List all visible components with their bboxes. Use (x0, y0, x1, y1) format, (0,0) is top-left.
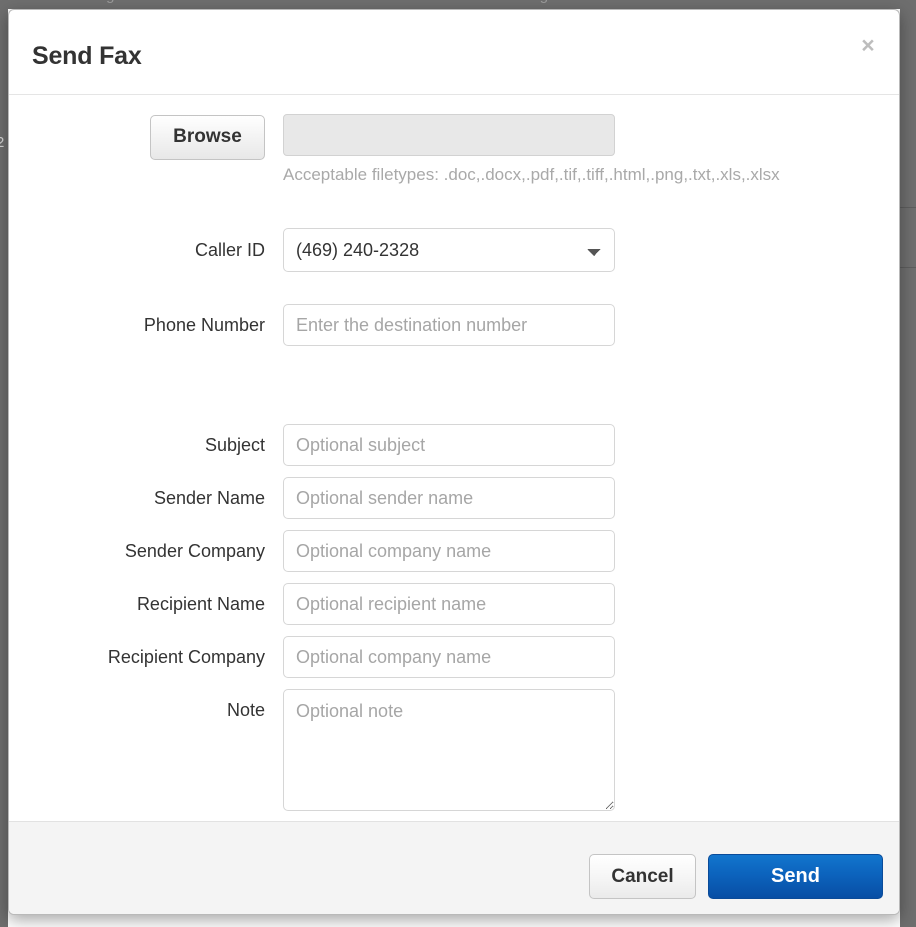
subject-label: Subject (204, 435, 265, 455)
backdrop-right-strip (900, 9, 916, 927)
sender-company-row: Sender Company (9, 530, 899, 572)
subject-input[interactable] (283, 424, 615, 466)
selected-file-display[interactable] (283, 114, 615, 156)
cancel-button[interactable]: Cancel (589, 854, 696, 899)
subject-wrap (283, 424, 615, 466)
subject-row: Subject (9, 424, 899, 466)
nav-item-rules[interactable]: Rules (642, 0, 680, 4)
note-wrap (283, 689, 615, 816)
nav-item-help[interactable]: H (902, 0, 913, 4)
file-field-wrap: Acceptable filetypes: .doc,.docx,.pdf,.t… (283, 114, 780, 185)
send-button[interactable]: Send (708, 854, 883, 899)
phone-number-input[interactable] (283, 304, 615, 346)
nav-item-profiles[interactable]: Profiles (764, 0, 814, 4)
recipient-name-row: Recipient Name (9, 583, 899, 625)
background-navbar: Messages Fax Contacts Answering Rules Pr… (0, 0, 916, 9)
caller-id-row: Caller ID (469) 240-2328 (9, 228, 899, 272)
recipient-company-row: Recipient Company (9, 636, 899, 678)
backdrop-left-glyph: 2 (0, 134, 5, 151)
browse-button-cell: Browse (9, 114, 283, 160)
acceptable-filetypes-hint: Acceptable filetypes: .doc,.docx,.pdf,.t… (283, 165, 780, 184)
modal-body: Browse Acceptable filetypes: .doc,.docx,… (9, 95, 899, 821)
sender-company-input[interactable] (283, 530, 615, 572)
nav-item-contacts[interactable]: Contacts (348, 0, 407, 4)
modal-footer: Cancel Send (9, 821, 899, 914)
recipient-name-label: Recipient Name (136, 594, 265, 614)
recipient-company-label: Recipient Company (107, 647, 265, 667)
phone-number-label: Phone Number (143, 315, 265, 335)
nav-item-answering[interactable]: Answering (478, 0, 548, 4)
nav-item-messages[interactable]: Messages (62, 0, 130, 4)
caller-id-wrap: (469) 240-2328 (283, 228, 615, 272)
browse-button[interactable]: Browse (150, 114, 265, 160)
nav-item-fax[interactable]: Fax (228, 0, 253, 4)
recipient-company-wrap (283, 636, 615, 678)
file-upload-row: Browse Acceptable filetypes: .doc,.docx,… (9, 114, 899, 185)
sender-name-label: Sender Name (153, 488, 265, 508)
sender-name-row: Sender Name (9, 477, 899, 519)
note-label: Note (226, 700, 265, 720)
backdrop-divider (900, 267, 916, 268)
sender-name-input[interactable] (283, 477, 615, 519)
send-fax-modal: Send Fax × Browse Acceptable filetypes: … (8, 9, 900, 915)
recipient-name-wrap (283, 583, 615, 625)
note-textarea[interactable] (283, 689, 615, 811)
recipient-name-input[interactable] (283, 583, 615, 625)
sender-company-wrap (283, 530, 615, 572)
phone-number-wrap (283, 304, 615, 346)
recipient-company-input[interactable] (283, 636, 615, 678)
modal-header: Send Fax × (9, 10, 899, 95)
sender-name-wrap (283, 477, 615, 519)
caller-id-label: Caller ID (194, 240, 265, 260)
page-title: Send Fax (32, 42, 142, 70)
caller-id-select[interactable]: (469) 240-2328 (283, 228, 615, 272)
close-icon[interactable]: × (855, 32, 881, 58)
backdrop-divider (900, 207, 916, 208)
sender-company-label: Sender Company (124, 541, 265, 561)
phone-number-row: Phone Number (9, 304, 899, 346)
note-row: Note (9, 689, 899, 816)
backdrop-left-strip: 2 (0, 9, 8, 927)
